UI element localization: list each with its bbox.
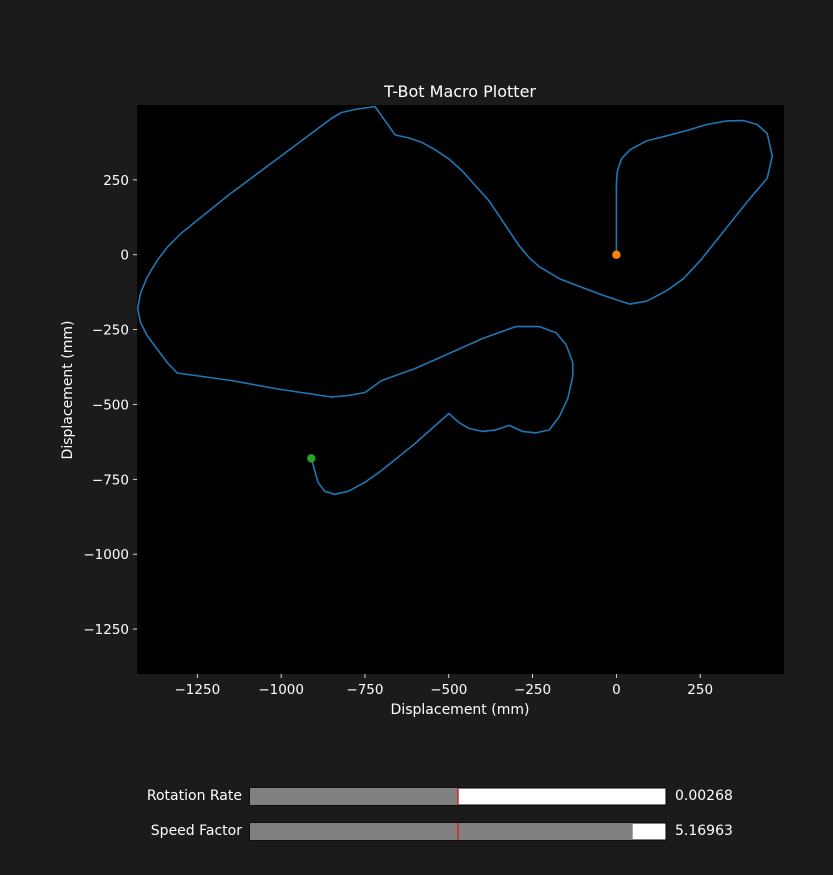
y-tick-label: −1000 <box>83 547 129 563</box>
y-tick-label: −250 <box>92 323 129 339</box>
slider-rotation-rate-label: Rotation Rate <box>147 788 242 804</box>
slider-rotation-rate-fill[interactable] <box>250 788 458 805</box>
x-tick-label: −250 <box>514 682 551 698</box>
slider-speed-factor-fill[interactable] <box>250 823 633 840</box>
end-point-marker <box>307 454 316 463</box>
slider-speed-factor: Speed Factor 5.16963 <box>151 822 733 841</box>
slider-rotation-rate: Rotation Rate 0.00268 <box>147 787 733 806</box>
figure-canvas: T-Bot Macro Plotter −1250 −1000 −750 −500 −2… <box>0 0 833 875</box>
y-tick-label: 250 <box>103 173 129 189</box>
y-tick-label: −1250 <box>83 622 129 638</box>
x-tick-label: −750 <box>346 682 383 698</box>
x-tick-label: 0 <box>612 682 621 698</box>
x-tick-label: 250 <box>687 682 713 698</box>
x-tick-label: −500 <box>430 682 467 698</box>
y-axis-label: Displacement (mm) <box>60 321 76 460</box>
x-tick-label: −1000 <box>258 682 304 698</box>
chart-title: T-Bot Macro Plotter <box>383 82 536 101</box>
y-tick-label: −750 <box>92 472 129 488</box>
y-tick-label: −500 <box>92 397 129 413</box>
slider-speed-factor-label: Speed Factor <box>151 823 242 839</box>
plot-area: T-Bot Macro Plotter −1250 −1000 −750 −500 −2… <box>60 82 784 718</box>
y-tick-label: 0 <box>120 248 129 264</box>
x-axis-label: Displacement (mm) <box>391 702 530 718</box>
slider-speed-factor-value: 5.16963 <box>675 823 733 839</box>
x-tick-label: −1250 <box>175 682 221 698</box>
slider-rotation-rate-value: 0.00268 <box>675 788 733 804</box>
start-point-marker <box>612 250 621 259</box>
